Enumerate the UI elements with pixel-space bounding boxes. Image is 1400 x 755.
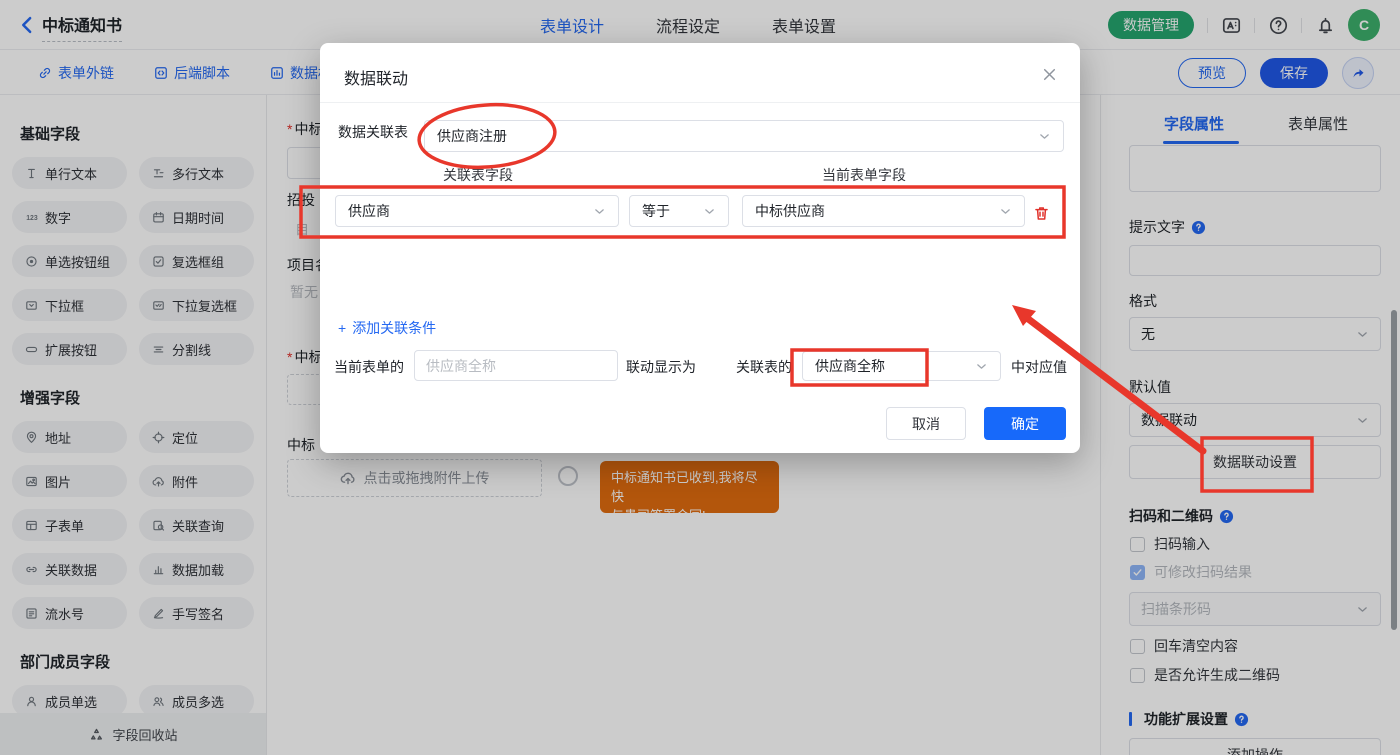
chevron-down-icon (975, 360, 988, 373)
chevron-down-icon (999, 205, 1012, 218)
condition-field-value: 供应商 (348, 201, 390, 221)
link-table-label: 数据关联表 (338, 122, 408, 142)
column-header-current-fields: 当前表单字段 (784, 165, 944, 185)
add-condition-link[interactable]: + 添加关联条件 (338, 318, 436, 338)
current-form-label: 当前表单的 (334, 357, 404, 377)
chevron-down-icon (1038, 130, 1051, 143)
modal-title: 数据联动 (344, 65, 408, 89)
modal-header-divider (320, 102, 1080, 103)
link-table-select[interactable]: 供应商注册 (424, 120, 1064, 152)
condition-operator-select[interactable]: 等于 (629, 195, 729, 227)
chevron-down-icon (703, 205, 716, 218)
linked-table-label: 关联表的 (736, 357, 792, 377)
plus-icon: + (338, 320, 346, 336)
add-condition-label: 添加关联条件 (352, 318, 436, 338)
link-table-value: 供应商注册 (437, 126, 507, 146)
chevron-down-icon (593, 205, 606, 218)
suffix-label: 中对应值 (1011, 357, 1067, 377)
form-designer-window: 中标通知书 表单设计 流程设定 表单设置 数据管理 C 表单外链 (0, 0, 1400, 755)
condition-operator-value: 等于 (642, 201, 670, 221)
confirm-button[interactable]: 确定 (984, 407, 1066, 440)
condition-target-select[interactable]: 中标供应商 (742, 195, 1025, 227)
condition-target-value: 中标供应商 (755, 201, 825, 221)
delete-condition-icon[interactable] (1032, 204, 1050, 222)
cancel-button[interactable]: 取消 (886, 407, 966, 440)
linked-field-value: 供应商全称 (815, 356, 885, 376)
column-header-linked-fields: 关联表字段 (403, 165, 553, 185)
close-icon[interactable] (1040, 65, 1058, 83)
display-as-label: 联动显示为 (626, 357, 696, 377)
linked-field-select[interactable]: 供应商全称 (802, 351, 1001, 381)
data-linkage-modal: 数据联动 数据关联表 供应商注册 关联表字段 当前表单字段 供应商 等于 中标供… (320, 43, 1080, 453)
condition-field-select[interactable]: 供应商 (335, 195, 619, 227)
current-field-input[interactable] (414, 350, 618, 381)
